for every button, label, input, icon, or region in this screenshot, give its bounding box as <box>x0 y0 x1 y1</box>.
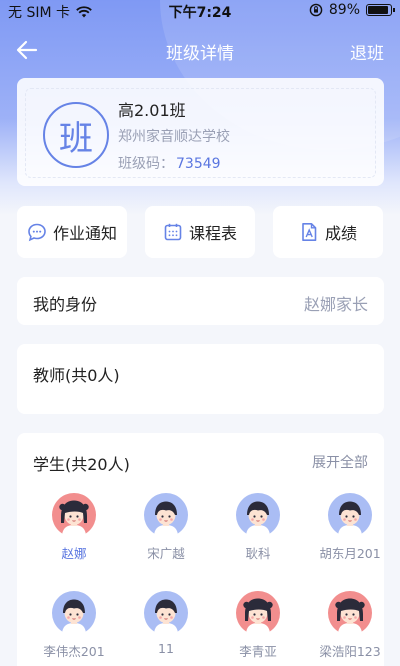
girl-avatar-icon <box>328 591 372 635</box>
student-item[interactable]: 耿科 <box>213 493 303 562</box>
battery-icon <box>366 4 395 16</box>
schedule-button[interactable]: 课程表 <box>145 206 255 258</box>
student-name: 赵娜 <box>61 546 87 561</box>
quit-class-button[interactable]: 退班 <box>350 39 384 64</box>
student-name: 宋广越 <box>147 546 185 561</box>
page-title: 班级详情 <box>166 44 234 64</box>
boy-avatar-icon <box>144 591 188 635</box>
school-name: 郑州家音顺达学校 <box>118 129 230 145</box>
class-badge: 班 <box>43 102 109 168</box>
my-identity-row[interactable]: 我的身份 赵娜家长 <box>17 277 384 325</box>
student-item[interactable]: 梁浩阳123 <box>305 591 395 660</box>
students-section: 学生(共20人) 展开全部 赵娜 宋广越 耿科 胡东月201 李伟杰201 11 李青亚 梁浩… <box>17 433 384 666</box>
student-name: 梁浩阳123 <box>319 644 381 659</box>
student-item[interactable]: 11 <box>121 591 211 656</box>
class-name: 高2.01班 <box>118 101 186 120</box>
homework-notice-label: 作业通知 <box>52 224 117 243</box>
navigation-bar: 班级详情 退班 <box>0 30 400 70</box>
schedule-label: 课程表 <box>188 224 237 243</box>
class-code: 班级码： 73549 <box>118 153 221 173</box>
student-name: 11 <box>158 641 174 656</box>
calendar-icon <box>164 223 182 241</box>
grades-label: 成绩 <box>324 224 357 243</box>
class-code-value: 73549 <box>176 156 221 172</box>
student-item[interactable]: 赵娜 <box>29 493 119 562</box>
grades-button[interactable]: 成绩 <box>273 206 383 258</box>
student-item[interactable]: 李伟杰201 <box>29 591 119 660</box>
boy-avatar-icon <box>328 493 372 537</box>
orientation-lock-icon <box>309 3 323 17</box>
student-item[interactable]: 宋广越 <box>121 493 211 562</box>
students-title: 学生(共20人) <box>33 455 130 474</box>
identity-label: 我的身份 <box>33 295 98 314</box>
status-bar: 无 SIM 卡 下午7:24 89% <box>0 0 400 22</box>
student-name: 耿科 <box>245 546 271 561</box>
teachers-title: 教师(共0人) <box>33 366 120 385</box>
class-code-label: 班级码： <box>118 156 174 172</box>
chat-bubble-icon <box>28 223 46 242</box>
student-name: 李青亚 <box>239 644 277 659</box>
girl-avatar-icon <box>236 591 280 635</box>
student-name: 胡东月201 <box>319 546 381 561</box>
teachers-section: 教师(共0人) <box>17 344 384 414</box>
boy-avatar-icon <box>144 493 188 537</box>
document-icon <box>302 223 317 241</box>
girl-avatar-icon <box>52 493 96 537</box>
battery-percent: 89% <box>328 2 360 18</box>
student-item[interactable]: 胡东月201 <box>305 493 395 562</box>
student-name: 李伟杰201 <box>43 644 105 659</box>
boy-avatar-icon <box>236 493 280 537</box>
boy-avatar-icon <box>52 591 96 635</box>
student-item[interactable]: 李青亚 <box>213 591 303 660</box>
identity-value: 赵娜家长 <box>303 295 368 314</box>
expand-all-link[interactable]: 展开全部 <box>312 452 368 472</box>
homework-notice-button[interactable]: 作业通知 <box>17 206 127 258</box>
